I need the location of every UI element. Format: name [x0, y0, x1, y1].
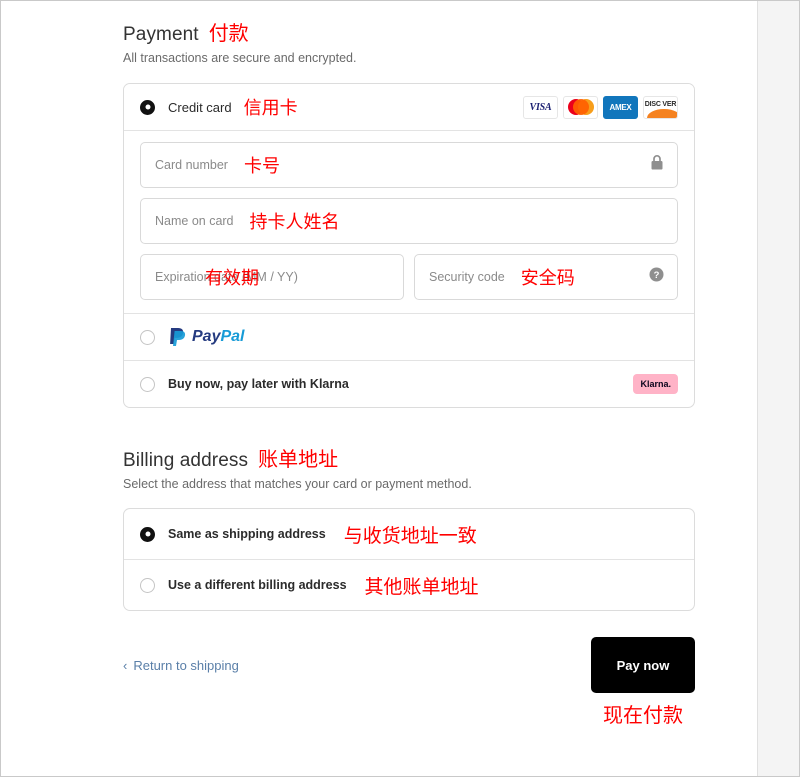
credit-card-annotation: 信用卡	[243, 98, 298, 119]
page-title: Payment	[123, 24, 199, 45]
visa-icon: VISA	[523, 95, 558, 119]
klarna-badge-icon: Klarna.	[633, 374, 678, 394]
radio-credit-card[interactable]	[140, 99, 155, 115]
same-as-shipping-label: Same as shipping address	[168, 527, 326, 541]
same-as-shipping-annotation: 与收货地址一致	[343, 524, 477, 547]
card-number-annotation: 卡号	[243, 156, 280, 177]
security-code-placeholder: Security code	[429, 270, 505, 284]
lock-icon	[650, 155, 664, 176]
pay-now-annotation: 现在付款	[603, 703, 683, 727]
payment-method-paypal[interactable]: Pay Pal	[124, 314, 694, 360]
credit-card-fields: Card number 卡号 Name on card 持卡人姓名 Expira…	[124, 131, 694, 313]
card-brand-logos: VISA AMEX DISC VER	[523, 95, 678, 119]
radio-klarna[interactable]	[140, 376, 155, 392]
billing-title-annotation: 账单地址	[258, 447, 339, 471]
amex-icon: AMEX	[603, 95, 638, 119]
billing-heading: Billing address 账单地址	[123, 443, 695, 472]
checkout-footer: ‹ Return to shipping Pay now 现在付款	[123, 637, 695, 727]
return-to-shipping-label: Return to shipping	[133, 657, 239, 673]
radio-same-as-shipping[interactable]	[140, 526, 155, 542]
security-code-field[interactable]: Security code 安全码 ?	[414, 254, 678, 300]
billing-address-box: Same as shipping address 与收货地址一致 Use a d…	[123, 508, 695, 611]
payment-method-klarna[interactable]: Buy now, pay later with Klarna Klarna.	[124, 361, 694, 407]
discover-icon: DISC VER	[643, 95, 678, 119]
payment-subtitle: All transactions are secure and encrypte…	[123, 51, 357, 65]
name-on-card-field[interactable]: Name on card 持卡人姓名	[140, 198, 678, 244]
different-billing-label: Use a different billing address	[168, 578, 347, 592]
payment-method-credit-card[interactable]: Credit card 信用卡 VISA AMEX DISC VER	[124, 84, 694, 130]
security-code-annotation: 安全码	[520, 268, 575, 289]
radio-different-billing-address[interactable]	[140, 577, 155, 593]
pay-now-button[interactable]: Pay now	[591, 637, 695, 693]
help-icon[interactable]: ?	[649, 267, 664, 287]
payment-content: Payment 付款 All transactions are secure a…	[123, 1, 695, 727]
card-number-field[interactable]: Card number 卡号	[140, 142, 678, 188]
billing-subtitle: Select the address that matches your car…	[123, 477, 472, 491]
svg-text:?: ?	[654, 270, 660, 281]
page-title-annotation: 付款	[208, 21, 249, 45]
expiry-security-row: Expiration date (MM / YY) 有效期 Security c…	[140, 254, 678, 300]
billing-title: Billing address	[123, 450, 249, 471]
checkout-page: Payment 付款 All transactions are secure a…	[0, 0, 800, 777]
different-billing-annotation: 其他账单地址	[364, 575, 479, 598]
chevron-left-icon: ‹	[123, 657, 128, 673]
expiration-date-field[interactable]: Expiration date (MM / YY) 有效期	[140, 254, 404, 300]
expiration-date-annotation: 有效期	[205, 268, 259, 289]
klarna-label: Buy now, pay later with Klarna	[168, 377, 349, 391]
card-number-placeholder: Card number	[155, 158, 228, 172]
return-to-shipping-link[interactable]: ‹ Return to shipping	[123, 658, 239, 673]
payment-heading: Payment 付款	[123, 17, 695, 46]
name-on-card-placeholder: Name on card	[155, 214, 234, 228]
name-on-card-annotation: 持卡人姓名	[249, 212, 340, 233]
paypal-icon: Pay Pal	[168, 326, 244, 348]
order-summary-rail	[757, 1, 799, 776]
mastercard-icon	[563, 95, 598, 119]
credit-card-label: Credit card	[168, 99, 232, 115]
billing-option-same-as-shipping[interactable]: Same as shipping address 与收货地址一致	[124, 509, 694, 559]
billing-option-different-address[interactable]: Use a different billing address 其他账单地址	[124, 560, 694, 610]
radio-paypal[interactable]	[140, 329, 155, 345]
payment-methods-box: Credit card 信用卡 VISA AMEX DISC VER Card …	[123, 83, 695, 408]
